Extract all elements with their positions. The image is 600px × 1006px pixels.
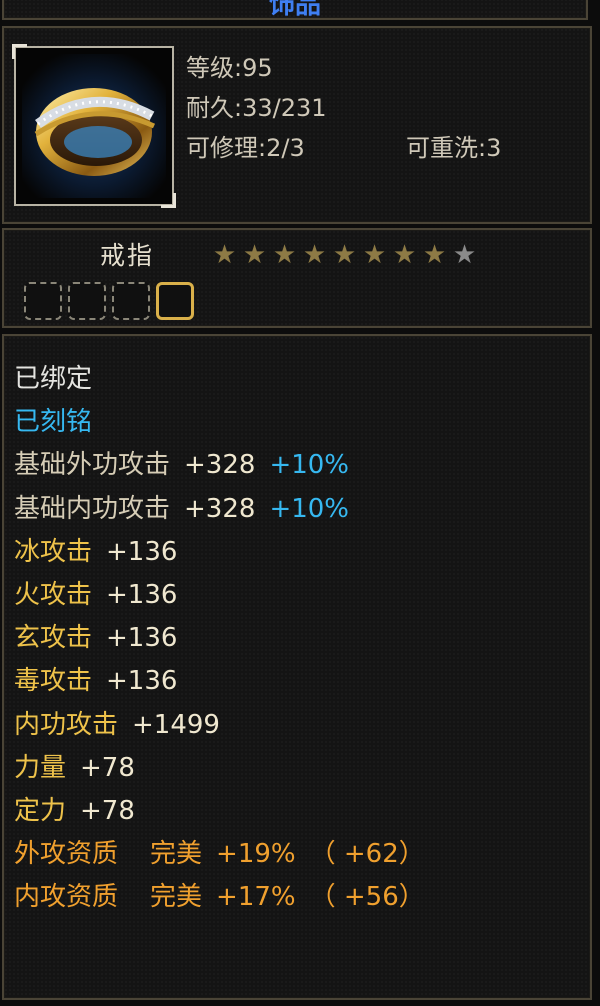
- gem-slots: [24, 282, 200, 320]
- gold-ring-icon: [22, 54, 166, 198]
- stat-value: +136: [106, 666, 178, 696]
- stat-bonus: +10%: [269, 450, 350, 480]
- stat-line: 玄攻击 +136: [14, 623, 177, 653]
- stat-value: +78: [80, 796, 135, 826]
- stat-value: +136: [106, 623, 178, 653]
- stat-name: 冰攻击: [14, 537, 93, 567]
- stat-line: 定力 +78: [14, 796, 135, 826]
- stat-grade: 完美: [150, 839, 203, 869]
- stat-grade: 完美: [150, 882, 203, 912]
- stat-value: +78: [80, 753, 135, 783]
- durability-value: 33/231: [242, 94, 327, 122]
- stat-name: 内功攻击: [14, 710, 119, 740]
- tooltip-title-bar: 饰品: [2, 0, 588, 20]
- star-filled-icon: ★: [362, 240, 388, 270]
- star-filled-icon: ★: [272, 240, 298, 270]
- item-rewashable: 可重洗:3: [406, 134, 502, 162]
- gem-slot-empty[interactable]: [112, 282, 150, 320]
- stat-value: +136: [106, 537, 178, 567]
- stat-line: 已绑定: [14, 364, 92, 394]
- repair-value: 2/3: [266, 134, 305, 162]
- stat-extra: （ +62）: [309, 839, 425, 869]
- stat-line: 冰攻击 +136: [14, 537, 177, 567]
- stat-name: 毒攻击: [14, 666, 93, 696]
- stat-name: 定力: [14, 796, 67, 826]
- gem-slot-empty[interactable]: [68, 282, 106, 320]
- star-filled-icon: ★: [212, 240, 238, 270]
- star-filled-icon: ★: [332, 240, 358, 270]
- stat-name: 玄攻击: [14, 623, 93, 653]
- rewash-value: 3: [486, 134, 502, 162]
- item-level: 等级:95: [186, 54, 273, 82]
- star-filled-icon: ★: [302, 240, 328, 270]
- stat-text: 已绑定: [14, 364, 93, 394]
- durability-label: 耐久: [186, 94, 234, 122]
- gem-slot-empty[interactable]: [24, 282, 62, 320]
- stat-name: 火攻击: [14, 580, 93, 610]
- stat-line: 外攻资质 完美 +19% （ +62）: [14, 839, 425, 869]
- stat-line: 已刻铭: [14, 407, 92, 437]
- item-durability: 耐久:33/231: [186, 94, 327, 122]
- item-name: 戒指: [100, 241, 155, 270]
- stat-value: +328: [184, 450, 256, 480]
- stat-value: +1499: [132, 710, 220, 740]
- stat-bonus: +10%: [269, 494, 350, 524]
- level-label: 等级: [186, 54, 234, 82]
- star-filled-icon: ★: [392, 240, 418, 270]
- stat-value: +17%: [216, 882, 296, 912]
- item-icon-frame[interactable]: [12, 44, 176, 208]
- stat-line: 基础内功攻击 +328 +10%: [14, 494, 349, 524]
- star-filled-icon: ★: [422, 240, 448, 270]
- stat-value: +19%: [216, 839, 296, 869]
- stat-line: 内功攻击 +1499: [14, 710, 220, 740]
- star-rating: ★ ★ ★ ★ ★ ★ ★ ★ ★: [210, 240, 480, 270]
- stat-extra: （ +56）: [309, 882, 425, 912]
- stat-value: +136: [106, 580, 178, 610]
- gem-slot-active[interactable]: [156, 282, 194, 320]
- star-filled-icon: ★: [242, 240, 268, 270]
- item-repairable: 可修理:2/3: [186, 134, 305, 162]
- stat-line: 基础外功攻击 +328 +10%: [14, 450, 349, 480]
- stat-line: 内攻资质 完美 +17% （ +56）: [14, 882, 425, 912]
- stat-text: 已刻铭: [14, 407, 93, 437]
- rewash-label: 可重洗: [406, 134, 478, 162]
- stat-line: 火攻击 +136: [14, 580, 177, 610]
- stat-name: 基础内功攻击: [14, 494, 171, 524]
- stat-name: 基础外功攻击: [14, 450, 171, 480]
- stat-name: 内攻资质: [14, 882, 119, 912]
- tooltip-title: 饰品: [268, 0, 321, 20]
- item-header-panel: 等级:95 耐久:33/231 可修理:2/3 可重洗:3: [2, 26, 592, 224]
- level-value: 95: [242, 54, 273, 82]
- stat-name: 力量: [14, 753, 67, 783]
- stat-value: +328: [184, 494, 256, 524]
- star-empty-icon: ★: [452, 240, 478, 270]
- stat-name: 外攻资质: [14, 839, 119, 869]
- repair-label: 可修理: [186, 134, 258, 162]
- stat-line: 毒攻击 +136: [14, 666, 177, 696]
- stat-line: 力量 +78: [14, 753, 135, 783]
